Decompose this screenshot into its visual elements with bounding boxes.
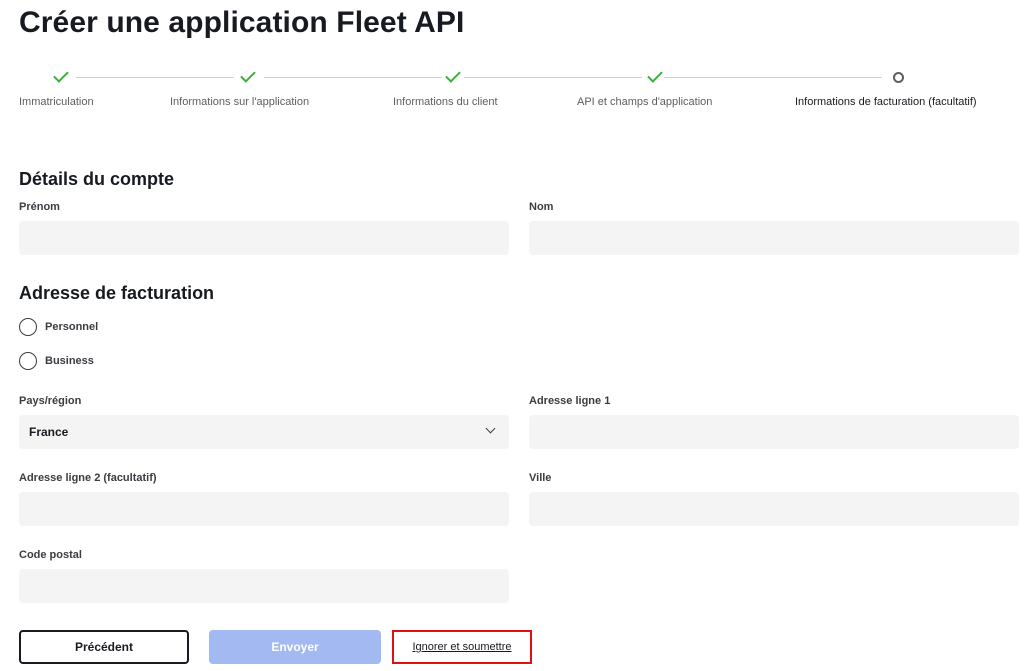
skip-and-submit-link[interactable]: Ignorer et soumettre (392, 630, 532, 664)
check-icon (646, 67, 664, 86)
step-connector (464, 77, 642, 78)
address-line2-label: Adresse ligne 2 (facultatif) (19, 472, 157, 484)
previous-button[interactable]: Précédent (19, 630, 189, 664)
radio-circle-icon[interactable] (19, 318, 37, 336)
address-line1-label: Adresse ligne 1 (529, 395, 611, 407)
step-connector (264, 77, 442, 78)
submit-button[interactable]: Envoyer (209, 630, 381, 664)
radio-business-label: Business (45, 355, 94, 367)
postal-code-input[interactable] (19, 569, 509, 603)
check-icon (52, 67, 70, 86)
chevron-down-icon (485, 423, 496, 434)
country-select[interactable]: France (19, 415, 509, 449)
step-label-client-info: Informations du client (393, 96, 498, 108)
step-label-app-info: Informations sur l'application (170, 96, 310, 108)
stepper: Immatriculation Informations sur l'appli… (0, 60, 1024, 120)
account-details-heading: Détails du compte (19, 169, 175, 189)
first-name-input[interactable] (19, 221, 509, 255)
step-label-registration: Immatriculation (19, 96, 94, 108)
current-step-icon (889, 68, 907, 86)
radio-personal[interactable]: Personnel (19, 318, 98, 336)
check-icon (239, 67, 257, 86)
step-label-billing: Informations de facturation (facultatif) (795, 96, 977, 108)
city-input[interactable] (529, 492, 1019, 526)
city-label: Ville (529, 472, 552, 484)
last-name-input[interactable] (529, 221, 1019, 255)
radio-business[interactable]: Business (19, 352, 94, 370)
radio-personal-label: Personnel (45, 321, 99, 333)
check-icon (444, 67, 462, 86)
billing-address-heading: Adresse de facturation (19, 283, 215, 303)
step-connector (664, 77, 882, 78)
radio-circle-icon[interactable] (19, 352, 37, 370)
country-value: France (29, 425, 69, 439)
first-name-label: Prénom (19, 201, 60, 213)
step-label-api-scopes: API et champs d'application (577, 96, 713, 108)
postal-code-label: Code postal (19, 549, 82, 561)
last-name-label: Nom (529, 201, 554, 213)
skip-and-submit-label: Ignorer et soumettre (412, 641, 512, 653)
address-line2-input[interactable] (19, 492, 509, 526)
address-line1-input[interactable] (529, 415, 1019, 449)
step-connector (76, 77, 234, 78)
page-title: Créer une application Fleet API (19, 6, 465, 39)
country-label: Pays/région (19, 395, 82, 407)
